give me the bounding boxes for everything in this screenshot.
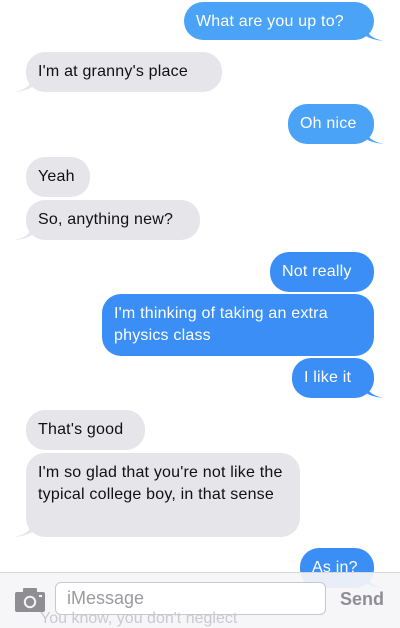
message-text: I'm thinking of taking an extra physics … [114, 305, 328, 344]
send-button[interactable]: Send [332, 585, 392, 613]
incoming-message: Yeah [26, 157, 90, 197]
message-text: That's good [38, 421, 124, 438]
message-text: I like it [304, 369, 352, 386]
outgoing-message: I'm thinking of taking an extra physics … [102, 294, 374, 356]
incoming-message: That's good [26, 410, 145, 450]
outgoing-message: I like it [292, 358, 374, 398]
partially-hidden-message: You know, you don't neglect [40, 610, 238, 627]
bubble-tail-left [14, 524, 32, 537]
message-thread[interactable]: What are you up to? I'm at granny's plac… [0, 0, 400, 628]
message-text: So, anything new? [38, 211, 174, 228]
message-text: What are you up to? [196, 13, 344, 30]
bubble-tail-right [366, 385, 384, 398]
outgoing-message: Oh nice [288, 104, 374, 144]
bubble-tail-left [14, 227, 32, 240]
outgoing-message: Not really [270, 252, 374, 292]
incoming-message: I'm so glad that you're not like the typ… [26, 453, 300, 537]
message-text: I'm at granny's place [38, 63, 188, 80]
message-text: I'm so glad that you're not like the typ… [38, 464, 283, 503]
bubble-tail-right [366, 28, 384, 41]
incoming-message: I'm at granny's place [26, 52, 222, 92]
outgoing-message: What are you up to? [184, 2, 374, 40]
message-text: Not really [282, 263, 352, 280]
message-text: Oh nice [300, 115, 357, 132]
bubble-tail-left [14, 79, 32, 92]
bubble-tail-right [366, 131, 384, 144]
message-text: Yeah [38, 168, 75, 185]
incoming-message: So, anything new? [26, 200, 200, 240]
